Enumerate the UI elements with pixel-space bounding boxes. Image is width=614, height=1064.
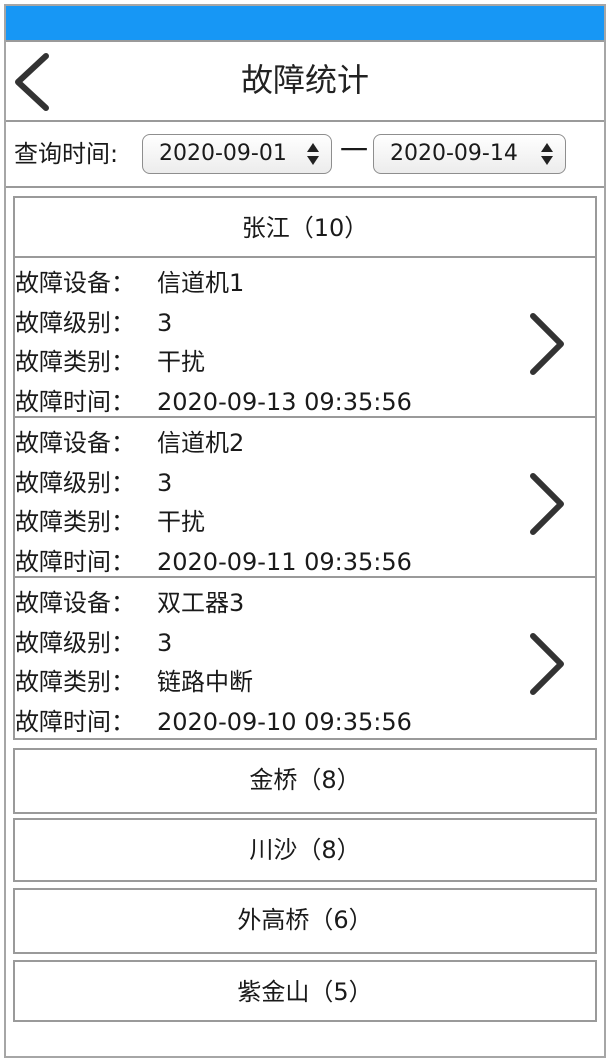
start-date-select[interactable]: 2020-09-01 [142,134,332,174]
station-group-zijinshan[interactable]: 紫金山（5） [13,960,597,1022]
chevron-right-icon [530,473,564,535]
group-header[interactable]: 外高桥（6） [15,890,595,950]
group-header[interactable]: 紫金山（5） [15,962,595,1022]
fault-time-row: 故障时间： 2020-09-13 09:35:56 [15,387,412,417]
chevron-right-icon [530,313,564,375]
nav-header: 故障统计 [6,40,604,122]
fault-time-label: 故障时间： [15,708,135,736]
fault-level-value: 3 [157,469,173,497]
fault-type-label: 故障类别： [15,348,135,376]
fault-device-row: 故障设备： 信道机2 [15,428,244,458]
fault-time-value: 2020-09-11 09:35:56 [157,548,412,576]
group-header[interactable]: 川沙（8） [15,820,595,880]
group-header[interactable]: 金桥（8） [15,750,595,810]
fault-type-label: 故障类别： [15,668,135,696]
chevron-right-icon [530,633,564,695]
fault-level-row: 故障级别： 3 [15,308,172,338]
fault-level-value: 3 [157,309,173,337]
fault-level-row: 故障级别： 3 [15,468,172,498]
station-group-jinqiao[interactable]: 金桥（8） [13,748,597,814]
fault-type-row: 故障类别： 链路中断 [15,667,253,697]
fault-type-row: 故障类别： 干扰 [15,347,205,377]
fault-time-value: 2020-09-10 09:35:56 [157,708,412,736]
fault-device-row: 故障设备： 信道机1 [15,268,244,298]
station-group-zhangjiang: 张江（10） 故障设备： 信道机1 故障级别： 3 故障类别： 干扰 故障时间： 202… [13,196,597,740]
fault-level-row: 故障级别： 3 [15,628,172,658]
station-group-waigaoqiao[interactable]: 外高桥（6） [13,888,597,954]
fault-level-label: 故障级别： [15,469,135,497]
fault-type-row: 故障类别： 干扰 [15,507,205,537]
page-title: 故障统计 [240,61,369,99]
fault-level-label: 故障级别： [15,629,135,657]
fault-level-label: 故障级别： [15,309,135,337]
fault-time-row: 故障时间： 2020-09-11 09:35:56 [15,547,412,577]
fault-device-row: 故障设备： 双工器3 [15,588,244,618]
fault-item[interactable]: 故障设备： 信道机2 故障级别： 3 故障类别： 干扰 故障时间： 2020-09-11… [15,418,595,578]
fault-device-value: 双工器3 [157,589,245,617]
query-bar: 查询时间: 2020-09-01 一 2020-09-14 [6,124,604,188]
query-time-label: 查询时间: [14,140,119,168]
fault-time-label: 故障时间： [15,388,135,416]
fault-type-value: 干扰 [157,348,205,376]
end-date-select[interactable]: 2020-09-14 [373,134,566,174]
fault-level-value: 3 [157,629,173,657]
fault-type-label: 故障类别： [15,508,135,536]
fault-device-label: 故障设备： [15,269,135,297]
fault-device-label: 故障设备： [15,429,135,457]
select-arrows-icon [541,143,553,165]
fault-device-label: 故障设备： [15,589,135,617]
fault-device-value: 信道机2 [157,429,245,457]
start-date-value: 2020-09-01 [159,141,287,166]
date-range-separator: 一 [340,134,369,167]
end-date-value: 2020-09-14 [390,141,518,166]
fault-time-row: 故障时间： 2020-09-10 09:35:56 [15,707,412,737]
select-arrows-icon [307,143,319,165]
group-header[interactable]: 张江（10） [15,198,595,258]
status-bar [6,6,604,40]
fault-type-value: 干扰 [157,508,205,536]
fault-item[interactable]: 故障设备： 双工器3 故障级别： 3 故障类别： 链路中断 故障时间： 2020-09-… [15,578,595,738]
fault-type-value: 链路中断 [157,668,253,696]
fault-time-label: 故障时间： [15,548,135,576]
fault-time-value: 2020-09-13 09:35:56 [157,388,412,416]
fault-item[interactable]: 故障设备： 信道机1 故障级别： 3 故障类别： 干扰 故障时间： 2020-09-13… [15,258,595,418]
station-group-chuansha[interactable]: 川沙（8） [13,818,597,882]
fault-device-value: 信道机1 [157,269,245,297]
